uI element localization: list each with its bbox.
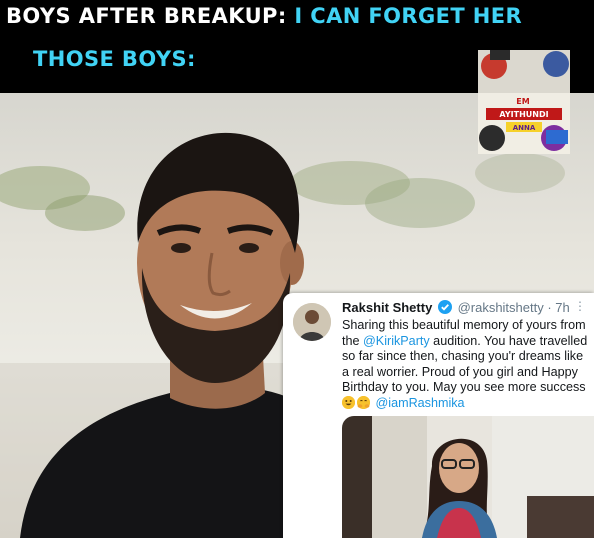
mention-link-iamrashmika[interactable]: @iamRashmika (376, 396, 465, 410)
caption-line-1: BOYS AFTER BREAKUP: I CAN FORGET HER (6, 4, 522, 28)
tweet-text: Sharing this beautiful memory of yours f… (342, 318, 590, 411)
verified-badge-icon (437, 300, 452, 317)
svg-text:AYITHUNDI: AYITHUNDI (499, 110, 548, 119)
avatar[interactable] (293, 303, 331, 341)
caption-line-2: THOSE BOYS: (33, 47, 196, 71)
mention-link-kirikparty[interactable]: @KirikParty (363, 334, 430, 348)
tweet-card[interactable]: Rakshit Shetty @rakshitshetty · 7h ⋮ Sha… (283, 293, 594, 538)
tweet-author-name[interactable]: Rakshit Shetty (342, 300, 432, 315)
caption-highlight-text: I CAN FORGET HER (294, 4, 523, 28)
tweet-header: Rakshit Shetty @rakshitshetty · 7h (342, 300, 570, 317)
grinning-face-emoji-icon (342, 395, 355, 409)
svg-text:EM: EM (516, 97, 529, 106)
em-ayithundi-anna-logo: EM AYITHUNDI ANNA (468, 42, 578, 162)
more-options-icon[interactable]: ⋮ (574, 299, 586, 313)
hugging-face-emoji-icon (357, 395, 370, 409)
caption-setup-text: BOYS AFTER BREAKUP: (6, 4, 287, 28)
tweet-time[interactable]: · 7h (547, 300, 569, 315)
tweet-photo[interactable] (342, 416, 594, 538)
svg-text:ANNA: ANNA (513, 124, 536, 132)
tweet-handle[interactable]: @rakshitshetty (458, 300, 544, 315)
